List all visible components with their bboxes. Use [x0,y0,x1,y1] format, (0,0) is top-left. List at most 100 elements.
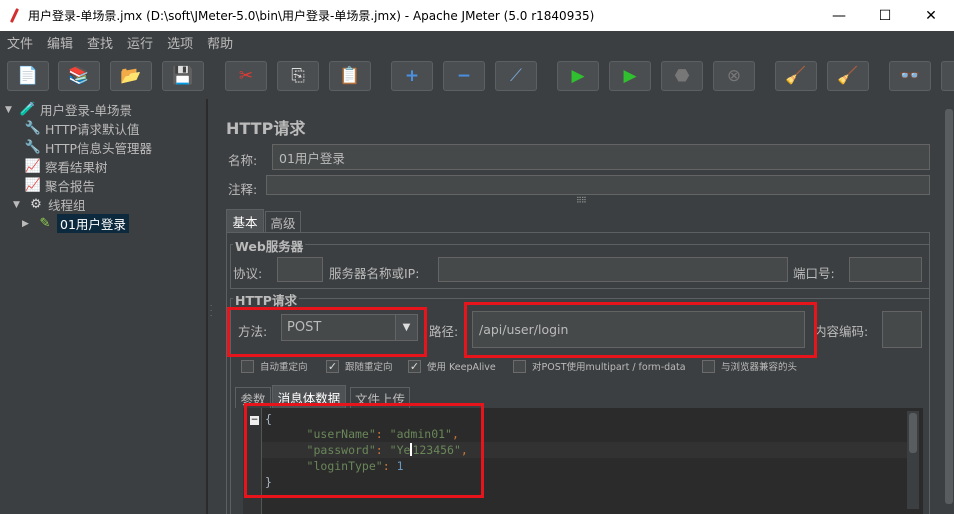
collapse-all-button[interactable]: − [443,61,485,91]
port-field[interactable] [849,257,922,282]
fold-collapse-icon[interactable]: − [250,416,259,425]
body-data-editor[interactable]: − { "userName": "admin01", "password": "… [243,408,923,514]
templates-button[interactable]: 📚 [58,61,100,91]
checkbox-unchecked-icon[interactable] [702,359,715,373]
copy-button[interactable]: ⎘ [277,61,319,91]
menu-options[interactable]: 选项 [160,33,200,52]
browser-headers-label: 与浏览器兼容的头 [721,362,798,373]
follow-redirect-label: 跟随重定向 [345,362,393,373]
auto-redirect-checkbox[interactable]: 自动重定向 [241,359,308,373]
tree-item-label: 用户登录-单场景 [40,103,133,118]
comment-field[interactable] [266,175,930,195]
toolbar: 📄 📚 📂 💾 ✂ ⎘ 📋 + − ⟋ ▶ ▶ ⬣ ⊗ 🧹 🧹 👓 [0,53,954,99]
clear-all-icon: 🧹 [837,65,859,86]
toggle-button[interactable]: ⟋ [495,61,537,91]
method-select[interactable]: POST ▼ [281,314,418,341]
minimize-button[interactable]: — [816,0,862,31]
menu-file[interactable]: 文件 [0,33,40,52]
tree-item-label: 线程组 [48,198,86,213]
tab-body-data[interactable]: 消息体数据 [272,385,346,408]
checkmark-icon[interactable]: ✓ [408,359,421,373]
tree-item-header-manager[interactable]: 🔧 HTTP信息头管理器 [24,138,152,157]
cut-button[interactable]: ✂ [225,61,267,91]
editor-scrollbar-thumb[interactable] [909,413,917,453]
follow-redirect-checkbox[interactable]: ✓ 跟随重定向 [326,359,393,373]
panel-scrollbar[interactable] [944,99,954,514]
checkbox-unchecked-icon[interactable] [513,359,526,373]
code-key-password: "password" [306,443,376,457]
content-encoding-field[interactable] [882,311,922,348]
checkbox-unchecked-icon[interactable] [241,359,254,373]
expand-arrow-icon[interactable]: ▼ [13,200,23,210]
save-button[interactable]: 💾 [162,61,204,91]
expand-arrow-icon[interactable]: ▼ [5,105,15,115]
keepalive-label: 使用 KeepAlive [427,362,496,373]
open-button[interactable]: 📂 [110,61,152,91]
code-key-username: "userName" [306,427,376,441]
tree-item-test-plan[interactable]: ▼ 🧪 用户登录-单场景 [5,100,132,119]
editor-scrollbar[interactable] [907,411,919,509]
tree-item-http-defaults[interactable]: 🔧 HTTP请求默认值 [24,119,140,138]
shutdown-button[interactable]: ⊗ [713,61,755,91]
resize-grip-icon[interactable]: ⠿⠿ [576,196,587,205]
save-icon: 💾 [172,65,194,86]
tree-item-label: HTTP请求默认值 [45,122,140,137]
reset-search-button[interactable] [941,61,954,91]
tree-item-thread-group[interactable]: ▼ ⚙ 线程组 [13,195,86,214]
start-no-pause-button[interactable]: ▶ [609,61,651,91]
start-no-pause-icon: ▶ [623,65,637,86]
path-field[interactable]: /api/user/login [472,311,805,348]
protocol-field[interactable] [277,257,323,282]
menu-help[interactable]: 帮助 [200,33,240,52]
stop-button[interactable]: ⬣ [661,61,703,91]
search-button[interactable]: 👓 [889,61,931,91]
code-value-password-b: 123456" [412,443,461,457]
code-value-password-a: "Ye [389,443,411,457]
new-button[interactable]: 📄 [7,61,49,91]
toggle-icon: ⟋ [510,65,522,86]
menu-run[interactable]: 运行 [120,33,160,52]
maximize-button[interactable]: ☐ [862,0,908,31]
chevron-down-icon[interactable]: ▼ [395,315,417,340]
tab-advanced[interactable]: 高级 [265,211,301,232]
splitter-grip-icon: · · · [210,302,213,320]
tree-item-login-request[interactable]: ▶ ✎ 01用户登录 [22,214,129,233]
paste-button[interactable]: 📋 [329,61,371,91]
close-button[interactable]: ✕ [908,0,954,31]
stop-icon: ⬣ [674,65,690,86]
splitter[interactable]: · · · [207,99,215,514]
paste-icon: 📋 [339,65,361,86]
name-label: 名称: [228,153,258,168]
http-request-group-title: HTTP请求 [233,290,299,309]
method-value: POST [287,320,322,335]
menu-bar: 文件 编辑 查找 运行 选项 帮助 [0,31,954,53]
menu-edit[interactable]: 编辑 [40,33,80,52]
templates-icon: 📚 [68,65,90,86]
start-button[interactable]: ▶ [557,61,599,91]
panel-scrollbar-thumb[interactable] [945,109,953,504]
code-value-logintype: 1 [396,459,404,473]
keepalive-checkbox[interactable]: ✓ 使用 KeepAlive [408,359,496,373]
comment-label: 注释: [228,182,258,197]
collapse-icon: − [456,65,472,86]
method-label: 方法: [238,324,268,339]
name-field[interactable]: 01用户登录 [272,144,930,170]
server-name-field[interactable] [438,257,788,282]
tree-item-result-tree[interactable]: 📈 察看结果树 [24,157,108,176]
tab-parameters[interactable]: 参数 [235,387,271,408]
browser-headers-checkbox[interactable]: 与浏览器兼容的头 [702,359,797,373]
copy-icon: ⎘ [291,65,305,86]
tab-file-upload[interactable]: 文件上传 [350,387,410,408]
tree-item-label: HTTP信息头管理器 [45,141,152,156]
menu-search[interactable]: 查找 [80,33,120,52]
window-title: 用户登录-单场景.jmx (D:\soft\JMeter-5.0\bin\用户登… [28,9,595,23]
clear-all-button[interactable]: 🧹 [827,61,869,91]
tree-item-aggregate-report[interactable]: 📈 聚合报告 [24,176,95,195]
checkmark-icon[interactable]: ✓ [326,359,339,373]
collapsed-arrow-icon[interactable]: ▶ [22,219,32,229]
test-plan-tree: ▼ 🧪 用户登录-单场景 🔧 HTTP请求默认值 🔧 HTTP信息头管理器 📈 … [0,99,207,514]
expand-all-button[interactable]: + [391,61,433,91]
multipart-checkbox[interactable]: 对POST使用multipart / form-data [513,359,686,373]
tab-basic[interactable]: 基本 [226,209,264,232]
clear-button[interactable]: 🧹 [775,61,817,91]
